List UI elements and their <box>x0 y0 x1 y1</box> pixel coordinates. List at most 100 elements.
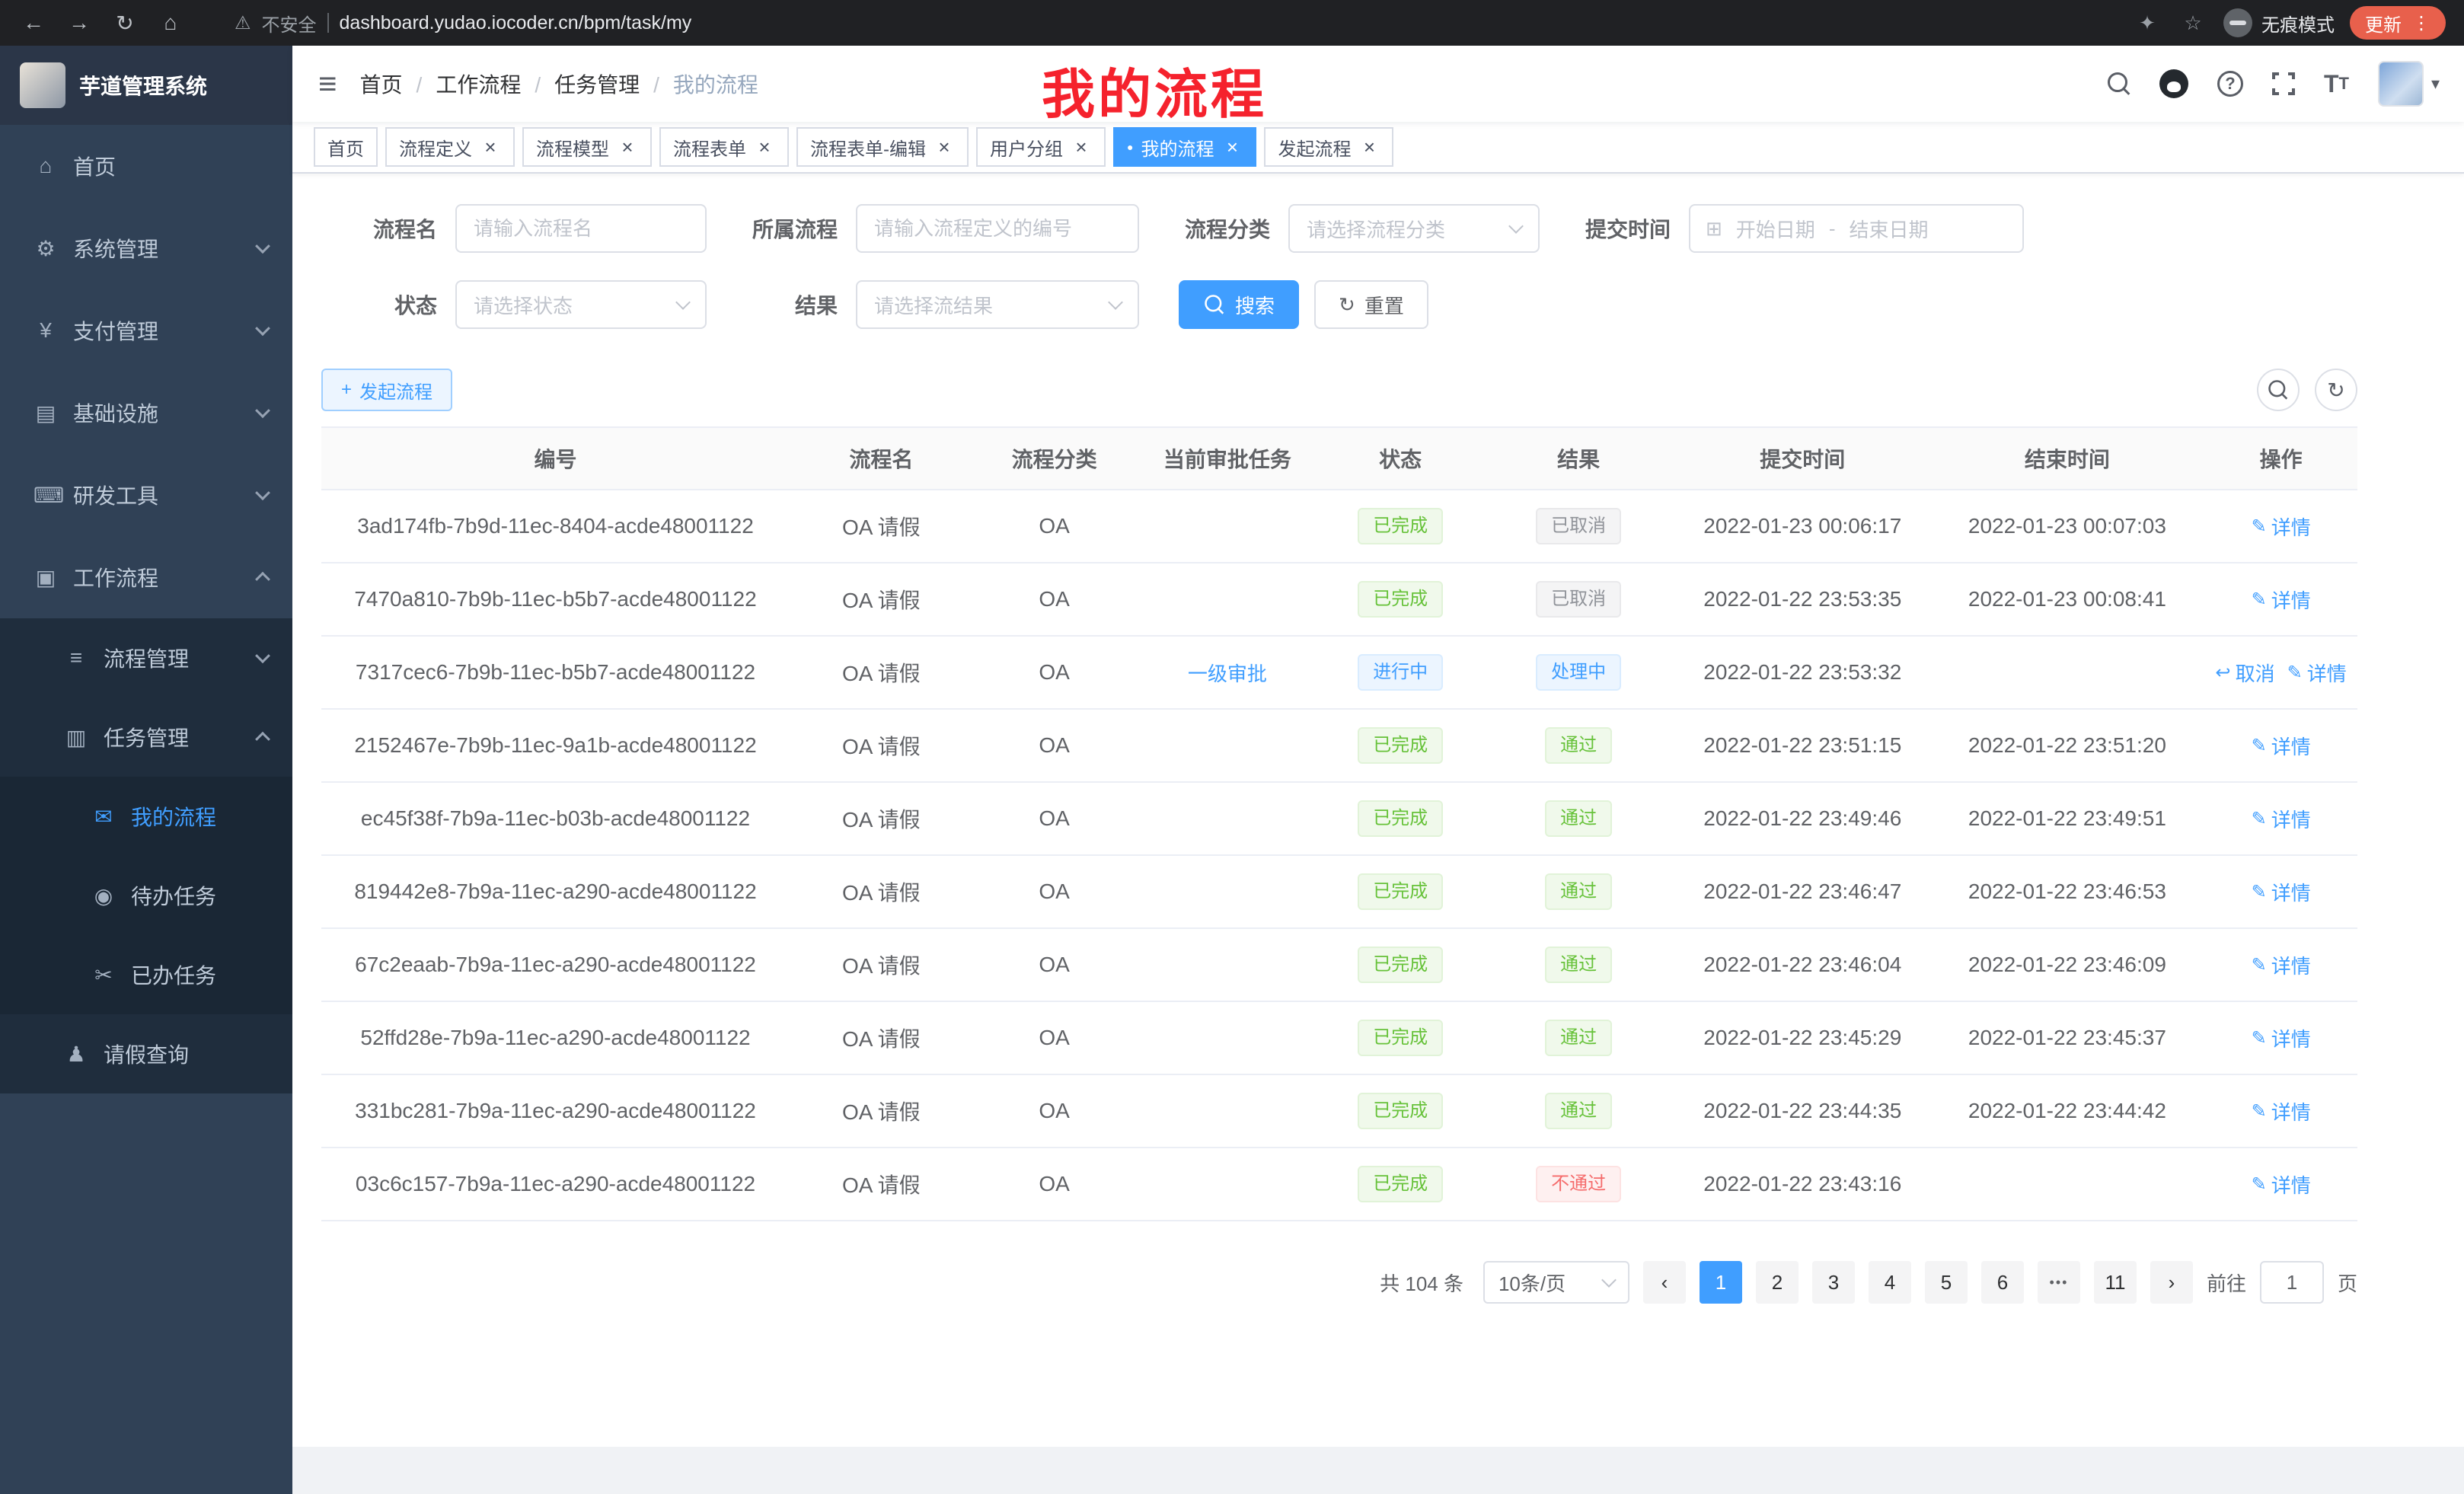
breadcrumb-item[interactable]: 首页 <box>360 69 403 99</box>
page-number-button[interactable]: 5 <box>1925 1261 1968 1304</box>
sidebar-item[interactable]: ⌨ 研发工具 <box>0 454 292 536</box>
tab-close-icon[interactable]: × <box>1221 136 1243 158</box>
page-number-button[interactable]: 2 <box>1756 1261 1799 1304</box>
cell-process-id: 52ffd28e-7b9a-11ec-a290-acde48001122 <box>321 1002 790 1074</box>
sidebar-item[interactable]: ¥ 支付管理 <box>0 289 292 372</box>
tab[interactable]: 用户分组 × <box>976 127 1106 167</box>
sidebar-item[interactable]: ▣ 工作流程 <box>0 536 292 618</box>
current-task-link[interactable]: 一级审批 <box>1188 659 1267 687</box>
detail-action-link[interactable]: ✎ 详情 <box>2252 878 2311 906</box>
tab-label: 流程定义 <box>399 134 472 161</box>
sidebar-item[interactable]: ≡ 流程管理 <box>0 618 292 698</box>
help-icon[interactable]: ? <box>2217 71 2243 97</box>
tab-close-icon[interactable]: × <box>754 136 775 158</box>
tab-close-icon[interactable]: × <box>480 136 501 158</box>
next-page-button[interactable]: › <box>2150 1261 2193 1304</box>
show-search-button[interactable] <box>2257 369 2300 411</box>
github-icon[interactable] <box>2159 69 2188 98</box>
star-icon[interactable]: ☆ <box>2178 11 2208 35</box>
hamburger-icon[interactable]: ≡ <box>292 65 360 102</box>
detail-action-link[interactable]: ✎ 详情 <box>2252 1024 2311 1052</box>
address-bar[interactable]: ⚠ 不安全 dashboard.yudao.iocoder.cn/bpm/tas… <box>201 10 2117 37</box>
chevron-icon <box>255 403 270 418</box>
cell-end-time: 2022-01-22 23:49:51 <box>1929 783 2204 854</box>
detail-action-link[interactable]: ✎ 详情 <box>2252 732 2311 760</box>
result-select[interactable]: 请选择流结果 <box>856 280 1139 329</box>
result-badge: 通过 <box>1545 947 1612 983</box>
column-header: 流程分类 <box>973 428 1136 489</box>
breadcrumb-item[interactable]: 任务管理 <box>521 69 640 99</box>
page-size-select[interactable]: 10条/页 <box>1483 1261 1629 1304</box>
sidebar-item[interactable]: ◉ 待办任务 <box>0 856 292 935</box>
page-header: ≡ 首页工作流程任务管理我的流程 我的流程 ? TT ▾ <box>292 46 2464 122</box>
status-select[interactable]: 请选择状态 <box>455 280 707 329</box>
tab-close-icon[interactable]: × <box>1358 136 1380 158</box>
tab-close-icon[interactable]: × <box>617 136 638 158</box>
search-icon[interactable] <box>2108 72 2130 95</box>
update-button[interactable]: 更新 ⋮ <box>2350 6 2446 40</box>
detail-action-link[interactable]: ✎ 详情 <box>2252 951 2311 979</box>
tab[interactable]: 流程表单 × <box>659 127 789 167</box>
detail-action-link[interactable]: ✎ 详情 <box>2252 586 2311 614</box>
sidebar-item[interactable]: ▤ 基础设施 <box>0 372 292 454</box>
sidebar-item[interactable]: ⌂ 首页 <box>0 125 292 207</box>
kebab-menu-icon[interactable]: ⋮ <box>2412 12 2430 34</box>
process-name-input[interactable] <box>455 204 707 253</box>
submit-time-range-picker[interactable]: ⊞ 开始日期 - 结束日期 <box>1689 204 2024 253</box>
tab-label: 流程模型 <box>536 134 609 161</box>
sidebar-item[interactable]: ♟ 请假查询 <box>0 1014 292 1093</box>
cell-actions: ✎ 详情 <box>2204 1002 2357 1074</box>
detail-action-link[interactable]: ✎ 详情 <box>2252 1097 2311 1125</box>
page-number-button[interactable]: 1 <box>1700 1261 1742 1304</box>
create-process-button[interactable]: + 发起流程 <box>321 369 452 411</box>
prev-page-button[interactable]: ‹ <box>1643 1261 1686 1304</box>
url-text[interactable]: dashboard.yudao.iocoder.cn/bpm/task/my <box>340 12 692 34</box>
cancel-action-link[interactable]: ↩ 取消 <box>2216 659 2275 687</box>
key-icon[interactable]: ✦ <box>2132 11 2162 35</box>
page-number-button[interactable]: 6 <box>1981 1261 2024 1304</box>
breadcrumb-item[interactable]: 我的流程 <box>640 69 758 99</box>
sidebar-item[interactable]: ✉ 我的流程 <box>0 777 292 856</box>
tab[interactable]: 流程表单-编辑 × <box>796 127 969 167</box>
page-number-button[interactable]: 3 <box>1812 1261 1855 1304</box>
detail-action-link[interactable]: ✎ 详情 <box>2287 659 2347 687</box>
sidebar-item[interactable]: ✂ 已办任务 <box>0 935 292 1014</box>
cell-actions: ✎ 详情 <box>2204 563 2357 635</box>
tab[interactable]: 首页 <box>314 127 378 167</box>
page-number-button[interactable]: 4 <box>1869 1261 1911 1304</box>
reset-button[interactable]: ↻ 重置 <box>1314 280 1428 329</box>
search-button[interactable]: 搜索 <box>1179 280 1299 329</box>
table-row: 7470a810-7b9b-11ec-b5b7-acde48001122 OA … <box>321 563 2357 637</box>
tab[interactable]: 流程定义 × <box>385 127 515 167</box>
sidebar-item-label: 已办任务 <box>131 959 216 990</box>
detail-action-link[interactable]: ✎ 详情 <box>2252 805 2311 833</box>
avatar[interactable]: ▾ <box>2378 61 2440 107</box>
chevron-down-icon <box>1601 1272 1617 1288</box>
cell-submit-time: 2022-01-22 23:53:35 <box>1675 563 1929 635</box>
back-icon[interactable]: ← <box>18 11 49 35</box>
sidebar-item[interactable]: ⚙ 系统管理 <box>0 207 292 289</box>
font-size-icon[interactable]: TT <box>2324 70 2349 98</box>
reload-icon[interactable]: ↻ <box>110 11 140 36</box>
tab[interactable]: ● 我的流程 × <box>1113 127 1256 167</box>
tab-close-icon[interactable]: × <box>934 136 955 158</box>
breadcrumb-item[interactable]: 工作流程 <box>403 69 522 99</box>
category-select[interactable]: 请选择流程分类 <box>1288 204 1540 253</box>
refresh-table-button[interactable]: ↻ <box>2315 369 2357 411</box>
security-label[interactable]: 不安全 <box>262 10 317 37</box>
tab[interactable]: 流程模型 × <box>522 127 652 167</box>
fullscreen-icon[interactable] <box>2272 72 2295 95</box>
tab[interactable]: 发起流程 × <box>1264 127 1393 167</box>
goto-page-input[interactable] <box>2260 1261 2324 1304</box>
browser-home-icon[interactable]: ⌂ <box>155 11 186 35</box>
page-number-button[interactable]: 11 <box>2094 1261 2137 1304</box>
page-number-button[interactable]: ••• <box>2038 1261 2080 1304</box>
chevron-down-icon <box>1108 295 1123 310</box>
detail-action-link[interactable]: ✎ 详情 <box>2252 512 2311 541</box>
detail-action-link[interactable]: ✎ 详情 <box>2252 1170 2311 1199</box>
app-logo[interactable]: 芋道管理系统 <box>0 46 292 125</box>
process-def-input[interactable] <box>856 204 1139 253</box>
forward-icon[interactable]: → <box>64 11 94 35</box>
tab-close-icon[interactable]: × <box>1071 136 1092 158</box>
sidebar-item[interactable]: ▥ 任务管理 <box>0 698 292 777</box>
